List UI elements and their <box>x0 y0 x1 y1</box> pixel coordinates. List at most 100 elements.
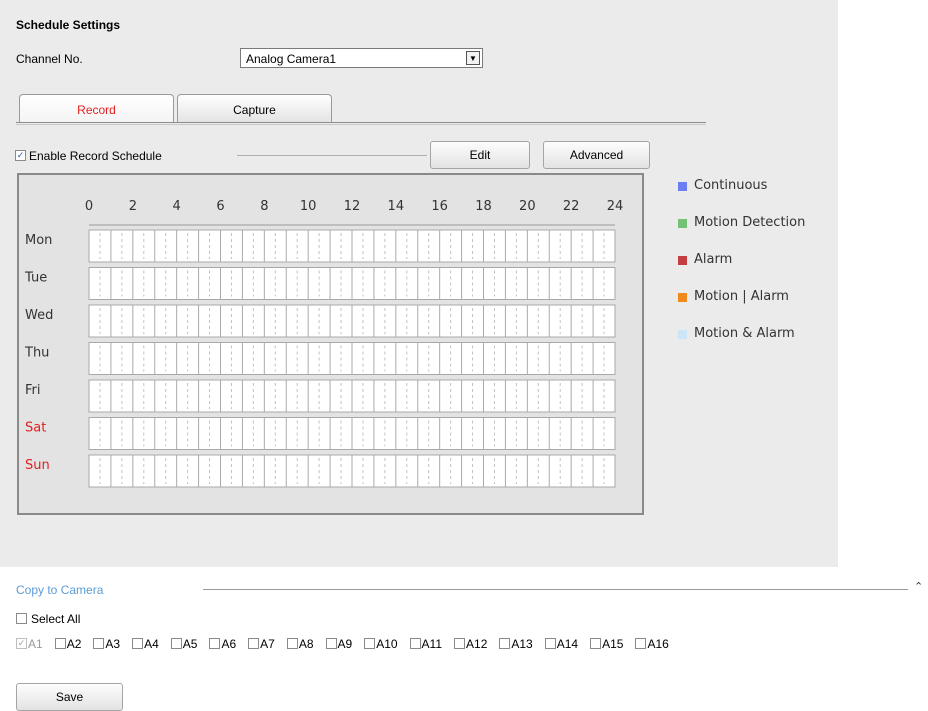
tab-divider-shadow <box>16 124 706 125</box>
camera-checkbox[interactable] <box>248 638 260 650</box>
channel-select-value: Analog Camera1 <box>246 52 337 66</box>
camera-option[interactable]: A16 <box>635 636 669 651</box>
camera-option[interactable]: A12 <box>454 636 487 651</box>
camera-label: A13 <box>511 636 533 651</box>
hour-label: 8 <box>260 199 268 214</box>
schedule-grid[interactable]: 0 2 4 6 8 10 12 14 16 18 20 22 24MonTueWedThuFriSatS… <box>17 173 644 515</box>
legend-item: Alarm <box>678 252 805 289</box>
camera-option[interactable]: A11 <box>409 636 443 651</box>
camera-option[interactable]: A10 <box>364 636 398 651</box>
camera-option[interactable]: A7 <box>248 636 275 651</box>
hour-label: 2 <box>129 199 137 214</box>
legend-item: Motion & Alarm <box>678 326 805 363</box>
camera-option[interactable]: A8 <box>286 636 314 651</box>
camera-checkbox[interactable] <box>54 638 66 650</box>
camera-label: A6 <box>221 636 237 651</box>
legend-label: Continuous <box>694 178 768 193</box>
hour-label: 0 <box>85 199 93 214</box>
legend-item: Continuous <box>678 178 805 215</box>
camera-checkbox[interactable] <box>635 638 647 650</box>
legend-swatch <box>678 219 687 228</box>
day-label: Wed <box>25 308 53 323</box>
select-all[interactable]: Select All <box>16 611 80 626</box>
camera-option[interactable]: A5 <box>170 636 197 651</box>
camera-checkbox-list: ✓ A1 A2 A3 A4 A5 A6 A7 A8 A9 A10 A11 A12 A13 A14 A15 A16 <box>16 636 681 651</box>
day-label: Mon <box>25 233 52 248</box>
camera-checkbox[interactable] <box>132 638 144 650</box>
channel-select[interactable]: Analog Camera1 ▼ <box>240 48 483 68</box>
camera-label: A3 <box>105 636 121 651</box>
legend-item: Motion Detection <box>678 215 805 252</box>
camera-checkbox[interactable] <box>209 638 221 650</box>
camera-label: A11 <box>421 636 443 651</box>
tab-record[interactable]: Record <box>19 94 174 122</box>
camera-option[interactable]: A14 <box>544 636 579 651</box>
camera-checkbox[interactable] <box>454 638 466 650</box>
camera-option: ✓ A1 <box>16 636 43 651</box>
channel-label: Channel No. <box>16 52 83 66</box>
day-label: Sat <box>25 421 46 436</box>
hour-label: 16 <box>431 199 448 214</box>
camera-checkbox[interactable] <box>170 638 182 650</box>
camera-label: A14 <box>556 636 579 651</box>
camera-option[interactable]: A6 <box>209 636 236 651</box>
copy-to-camera-title: Copy to Camera <box>16 583 104 597</box>
camera-label: A2 <box>66 636 82 651</box>
hour-label: 12 <box>344 199 361 214</box>
camera-checkbox[interactable] <box>325 638 337 650</box>
select-all-label: Select All <box>31 611 81 626</box>
hour-label: 18 <box>475 199 492 214</box>
camera-checkbox[interactable] <box>364 638 376 650</box>
camera-label: A12 <box>466 636 488 651</box>
enable-record-label: Enable Record Schedule <box>29 148 162 163</box>
legend-swatch <box>678 293 687 302</box>
legend-label: Motion Detection <box>694 215 806 230</box>
camera-option[interactable]: A9 <box>325 636 353 651</box>
page-title: Schedule Settings <box>16 18 121 32</box>
legend-label: Alarm <box>694 252 733 267</box>
hour-label: 6 <box>216 199 224 214</box>
tab-capture[interactable]: Capture <box>177 94 332 122</box>
camera-label: A8 <box>298 636 314 651</box>
chevron-down-icon[interactable]: ▼ <box>466 51 480 65</box>
camera-option[interactable]: A15 <box>590 636 623 651</box>
hour-label: 10 <box>300 199 317 214</box>
camera-checkbox: ✓ <box>16 638 27 650</box>
camera-option[interactable]: A4 <box>132 636 159 651</box>
legend-swatch <box>678 256 687 265</box>
legend-swatch <box>678 330 687 339</box>
camera-checkbox[interactable] <box>286 638 298 650</box>
advanced-button[interactable]: Advanced <box>543 141 650 169</box>
camera-checkbox[interactable] <box>544 638 556 650</box>
camera-option[interactable]: A2 <box>54 636 82 651</box>
hour-label: 20 <box>519 199 536 214</box>
enable-record-schedule[interactable]: ✓ Enable Record Schedule <box>15 148 162 163</box>
divider <box>237 155 427 156</box>
camera-label: A4 <box>144 636 159 651</box>
day-label: Sun <box>25 458 50 473</box>
camera-label: A15 <box>602 636 624 651</box>
hour-label: 14 <box>388 199 405 214</box>
day-label: Tue <box>24 271 47 286</box>
camera-checkbox[interactable] <box>590 638 602 650</box>
double-chevron-up-icon[interactable]: ⌃ <box>914 580 923 593</box>
camera-label: A1 <box>28 636 43 651</box>
camera-checkbox[interactable] <box>93 638 105 650</box>
save-button[interactable]: Save <box>16 683 123 711</box>
hour-label: 24 <box>607 199 624 214</box>
legend-label: Motion & Alarm <box>694 326 795 341</box>
camera-label: A9 <box>337 636 353 651</box>
schedule-legend: Continuous Motion Detection Alarm Motion | … <box>678 178 805 363</box>
select-all-checkbox[interactable] <box>16 613 27 625</box>
edit-button[interactable]: Edit <box>430 141 530 169</box>
camera-label: A16 <box>647 636 669 651</box>
legend-item: Motion | Alarm <box>678 289 805 326</box>
camera-checkbox[interactable] <box>409 638 421 650</box>
camera-label: A10 <box>376 636 398 651</box>
legend-label: Motion | Alarm <box>694 289 789 304</box>
camera-option[interactable]: A3 <box>93 636 120 651</box>
camera-checkbox[interactable] <box>499 638 511 650</box>
legend-swatch <box>678 182 687 191</box>
camera-option[interactable]: A13 <box>499 636 533 651</box>
enable-record-checkbox[interactable]: ✓ <box>15 150 26 162</box>
